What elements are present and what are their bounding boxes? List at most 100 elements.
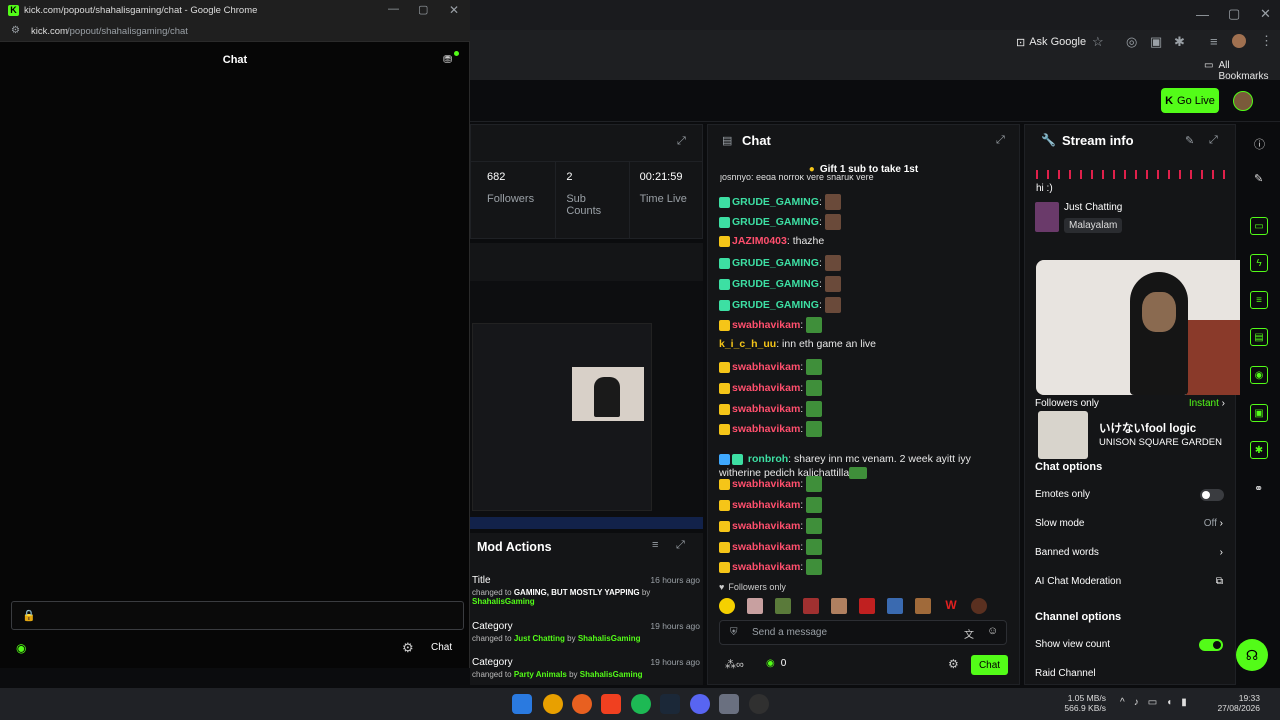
emote-9[interactable]: W: [943, 598, 959, 614]
close-icon[interactable]: ✕: [1260, 6, 1271, 22]
incognito-icon[interactable]: ◎: [1126, 34, 1137, 50]
info-icon[interactable]: ⓘ: [1254, 136, 1265, 152]
rail-list-icon[interactable]: ≡: [1250, 291, 1268, 309]
chat-username[interactable]: GRUDE_GAMING: [732, 257, 819, 269]
popout-chat-input[interactable]: 🔒: [11, 601, 464, 630]
chat-username[interactable]: GRUDE_GAMING: [732, 196, 819, 208]
slow-mode-row[interactable]: Slow mode Off ›: [1035, 518, 1223, 529]
expand-icon[interactable]: ⤢: [676, 539, 685, 552]
windows-start-icon[interactable]: [512, 694, 532, 714]
tab-bar: — ▢ ✕: [470, 0, 1280, 30]
link-icon[interactable]: ⚭: [1254, 482, 1263, 495]
system-tray[interactable]: ^ ♪ ▭ ◖ ▮: [1120, 697, 1187, 708]
emoji-icon[interactable]: ☺: [987, 625, 998, 637]
chevron-up-icon[interactable]: ^: [1120, 697, 1125, 708]
emote-5[interactable]: [831, 598, 847, 614]
steam-icon[interactable]: [660, 694, 680, 714]
filter-icon[interactable]: ≡: [652, 539, 658, 551]
emotes-only-toggle[interactable]: [1200, 489, 1224, 501]
firefox-icon[interactable]: [572, 694, 592, 714]
users-icon[interactable]: ⁂∞: [725, 658, 744, 671]
maximize-icon[interactable]: ▢: [418, 3, 428, 16]
pencil-icon[interactable]: ✎: [1254, 172, 1263, 185]
emote-10[interactable]: [971, 598, 987, 614]
expand-icon[interactable]: ⤢: [677, 135, 686, 148]
chat-input[interactable]: ⛨ Send a message 文 ☺: [719, 620, 1007, 645]
settings-app-icon[interactable]: [719, 694, 739, 714]
minimize-icon[interactable]: —: [388, 3, 399, 15]
ask-google-button[interactable]: ⊡ Ask Google: [1016, 32, 1092, 52]
expand-icon[interactable]: ⤢: [996, 134, 1005, 147]
points-icon[interactable]: ◉: [16, 641, 26, 655]
chat-username[interactable]: swabhavikam: [732, 382, 800, 394]
popout-chat-button[interactable]: Chat: [431, 642, 452, 653]
settings-icon[interactable]: ⚙: [402, 640, 414, 656]
emote-7[interactable]: [887, 598, 903, 614]
chat-username[interactable]: JAZIM0403: [732, 235, 787, 247]
battery-icon[interactable]: ▮: [1181, 697, 1187, 708]
rail-chat-icon[interactable]: ▤: [1250, 328, 1268, 346]
site-info-icon[interactable]: ⚙: [11, 25, 20, 36]
wifi-icon[interactable]: ▭: [1148, 697, 1157, 708]
profile-avatar[interactable]: [1232, 34, 1246, 48]
help-icon[interactable]: ☊: [1236, 639, 1268, 671]
chat-username[interactable]: swabhavikam: [732, 403, 800, 415]
emote-2[interactable]: [747, 598, 763, 614]
emote-3[interactable]: [775, 598, 791, 614]
channel-points[interactable]: ◉ 0: [766, 658, 786, 669]
brave-icon[interactable]: [601, 694, 621, 714]
go-live-button[interactable]: K Go Live: [1161, 88, 1219, 113]
stream-preview[interactable]: [470, 281, 703, 529]
badge-icon: [719, 361, 730, 373]
chat-username[interactable]: k_i_c_h_uu: [719, 338, 776, 350]
clock[interactable]: 19:33 27/08/2026: [1206, 693, 1260, 713]
extension-icon[interactable]: ▣: [1150, 34, 1162, 50]
chat-username[interactable]: swabhavikam: [732, 319, 800, 331]
chat-username[interactable]: GRUDE_GAMING: [732, 299, 819, 311]
minimize-icon[interactable]: —: [1196, 7, 1209, 22]
gift-icon[interactable]: ⛃: [443, 53, 452, 66]
popout-urlbar[interactable]: ⚙ kick.com /popout/shahalisgaming/chat: [0, 22, 470, 42]
chat-username[interactable]: swabhavikam: [732, 423, 800, 435]
bookmark-star-icon[interactable]: ☆: [1092, 34, 1104, 50]
maximize-icon[interactable]: ▢: [1228, 6, 1240, 22]
settings-icon[interactable]: ⚙: [948, 657, 959, 671]
user-avatar[interactable]: [1233, 91, 1253, 111]
spotify-icon[interactable]: [631, 694, 651, 714]
chat-username[interactable]: swabhavikam: [732, 520, 800, 532]
rail-save-icon[interactable]: ▣: [1250, 404, 1268, 422]
emote-1[interactable]: [719, 598, 735, 614]
edit-icon[interactable]: ✎: [1185, 134, 1194, 147]
rail-stream-icon[interactable]: ▭: [1250, 217, 1268, 235]
rail-record-icon[interactable]: ◉: [1250, 366, 1268, 384]
volume-icon[interactable]: ◖: [1166, 697, 1172, 708]
chat-username[interactable]: GRUDE_GAMING: [732, 216, 819, 228]
chrome-icon[interactable]: [543, 694, 563, 714]
discord-icon[interactable]: [690, 694, 710, 714]
banned-words-row[interactable]: Banned words ›: [1035, 547, 1223, 558]
followers-only-row[interactable]: Followers only Instant ›: [1035, 398, 1225, 409]
chat-username[interactable]: swabhavikam: [732, 499, 800, 511]
ai-moderation-row[interactable]: AI Chat Moderation ⧉: [1035, 576, 1223, 587]
show-view-count-toggle[interactable]: [1199, 639, 1223, 651]
chat-username[interactable]: swabhavikam: [732, 561, 800, 573]
reading-list-icon[interactable]: ≡: [1210, 34, 1218, 49]
puzzle-icon[interactable]: ✱: [1174, 34, 1185, 50]
emote-8[interactable]: [915, 598, 931, 614]
frog-emote: [806, 401, 823, 417]
obs-icon[interactable]: [749, 694, 769, 714]
emote-6[interactable]: [859, 598, 875, 614]
mic-icon[interactable]: ♪: [1134, 697, 1139, 708]
all-bookmarks[interactable]: ▭ All Bookmarks: [1204, 60, 1280, 82]
chat-username[interactable]: swabhavikam: [732, 541, 800, 553]
rail-wrench-icon[interactable]: ✱: [1250, 441, 1268, 459]
chat-username[interactable]: GRUDE_GAMING: [732, 278, 819, 290]
chat-username[interactable]: swabhavikam: [732, 361, 800, 373]
send-chat-button[interactable]: Chat: [971, 655, 1008, 675]
menu-icon[interactable]: ⋮: [1260, 33, 1273, 49]
rail-bolt-icon[interactable]: ϟ: [1250, 254, 1268, 272]
translate-icon[interactable]: 文: [964, 626, 974, 641]
close-icon[interactable]: ✕: [449, 3, 459, 17]
emote-4[interactable]: [803, 598, 819, 614]
expand-icon[interactable]: ⤢: [1209, 134, 1218, 147]
